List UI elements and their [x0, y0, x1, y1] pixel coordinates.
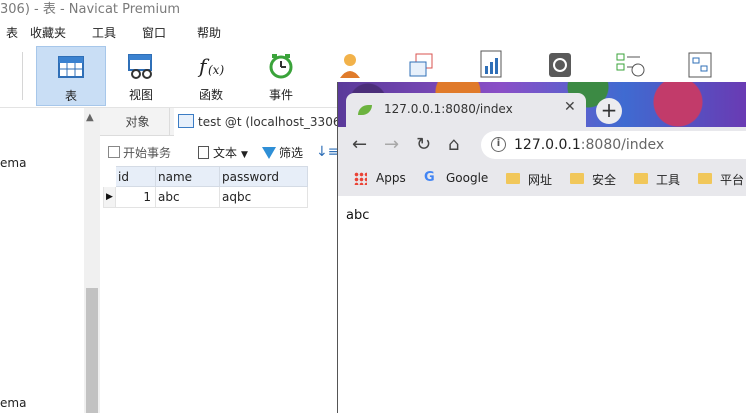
scrollbar-thumb[interactable] [86, 288, 98, 413]
bookmarks-bar: Apps G Google 网址 安全 工具 平台 [338, 163, 746, 196]
window-title-text: 306) - 表 - Navicat Premium [0, 2, 180, 17]
folder-icon [634, 173, 648, 184]
bookmark-folder-label: 工具 [656, 173, 681, 187]
document-icon [198, 146, 209, 159]
bookmark-folder-security[interactable]: 安全 [570, 171, 616, 188]
menu-window[interactable]: 窗口 [142, 24, 166, 41]
bookmark-folder-label: 平台 [720, 173, 745, 187]
url-text[interactable]: 127.0.0.1:8080/index [514, 137, 664, 153]
table-icon [58, 56, 84, 78]
filter-icon [262, 147, 276, 159]
function-button-label: 函数 [198, 88, 223, 102]
begin-transaction-label: 开始事务 [123, 146, 172, 160]
tab-objects[interactable]: 对象 [106, 108, 170, 136]
cell-name[interactable]: abc [155, 186, 220, 208]
data-grid: id name password ▶ 1 abc aqbc [103, 166, 308, 208]
table-button[interactable]: 表 [36, 46, 106, 106]
menu-table[interactable]: 表 [6, 24, 18, 41]
query-icon[interactable] [408, 52, 434, 78]
model-icon[interactable] [688, 52, 712, 78]
function-icon: f (x) [197, 54, 224, 78]
menu-favorites[interactable]: 收藏夹 [30, 24, 66, 41]
column-header-name[interactable]: name [155, 166, 220, 187]
new-tab-button[interactable]: + [596, 98, 622, 124]
bookmark-folder-platform[interactable]: 平台 [698, 171, 744, 188]
svg-text:(x): (x) [208, 63, 224, 77]
report-icon[interactable] [480, 50, 502, 78]
view-icon [128, 54, 152, 79]
bookmark-folder-tools[interactable]: 工具 [634, 171, 680, 188]
plus-icon: + [600, 98, 618, 122]
function-button[interactable]: f (x) 函数 [176, 46, 246, 106]
tab-table-data-label: test @t (localhost_3306) [198, 115, 344, 129]
google-icon: G [424, 170, 435, 185]
info-icon[interactable]: i [491, 137, 506, 152]
filter-button[interactable]: 筛选 [262, 144, 303, 161]
row-marker-header [103, 166, 116, 187]
text-button-label: 文本 [213, 146, 238, 160]
window-title: 306) - 表 - Navicat Premium [0, 0, 746, 20]
bookmark-folder-websites[interactable]: 网址 [506, 171, 552, 188]
browser-tab-title: 127.0.0.1:8080/index [384, 102, 513, 116]
spring-leaf-icon [358, 105, 372, 115]
filter-button-label: 筛选 [279, 146, 304, 160]
view-button-label: 视图 [128, 88, 153, 102]
menu-tools[interactable]: 工具 [92, 24, 116, 41]
event-button[interactable]: 事件 [246, 46, 316, 106]
folder-icon [698, 173, 712, 184]
url-path: :8080/index [580, 137, 665, 153]
apps-grid-icon [354, 172, 367, 185]
column-header-id[interactable]: id [115, 166, 156, 187]
tree-item-schema[interactable]: ema [0, 396, 26, 410]
automation-icon[interactable] [616, 52, 646, 78]
back-arrow-icon[interactable]: ← [352, 134, 367, 155]
url-host: 127.0.0.1 [514, 137, 581, 153]
table-row[interactable]: ▶ 1 abc aqbc [103, 186, 308, 208]
backup-icon[interactable] [548, 52, 572, 78]
forward-arrow-icon[interactable]: → [384, 134, 399, 155]
close-tab-icon[interactable]: ✕ [564, 99, 576, 115]
navigation-pane: ema ema ▲ [0, 108, 100, 413]
cell-password[interactable]: aqbc [219, 186, 308, 208]
reload-icon[interactable]: ↻ [416, 134, 431, 155]
column-header-password[interactable]: password [219, 166, 308, 187]
home-icon[interactable]: ⌂ [448, 134, 459, 155]
browser-toolbar: ← → ↻ ⌂ i 127.0.0.1:8080/index [338, 127, 746, 163]
bookmark-folder-label: 安全 [592, 173, 617, 187]
bookmark-google[interactable]: G Google [424, 170, 489, 185]
menu-bar: 表 收藏夹 工具 窗口 帮助 [0, 20, 746, 44]
browser-tab[interactable]: 127.0.0.1:8080/index ✕ [346, 93, 586, 127]
event-clock-icon [269, 54, 293, 79]
bookmark-google-label: Google [446, 171, 489, 185]
address-bar[interactable]: i 127.0.0.1:8080/index [481, 131, 746, 159]
table-button-label: 表 [64, 89, 77, 103]
folder-icon [570, 173, 584, 184]
text-button[interactable]: 文本 ▼ [198, 144, 248, 161]
table-icon [178, 114, 194, 128]
transaction-icon [108, 146, 120, 158]
folder-icon [506, 173, 520, 184]
bookmark-folder-label: 网址 [528, 173, 553, 187]
cell-id[interactable]: 1 [115, 186, 156, 208]
sort-icon[interactable]: ↓≡ [316, 144, 339, 160]
begin-transaction-button[interactable]: 开始事务 [108, 144, 171, 161]
user-icon[interactable] [338, 52, 362, 78]
page-content: abc [338, 196, 746, 413]
bookmark-apps[interactable]: Apps [354, 171, 406, 185]
scroll-up-arrow-icon[interactable]: ▲ [86, 112, 94, 123]
tab-table-data[interactable]: test @t (localhost_3306) [174, 108, 344, 136]
page-body-text: abc [346, 208, 370, 223]
dropdown-arrow-icon: ▼ [241, 150, 248, 160]
browser-window: 127.0.0.1:8080/index ✕ + ← → ↻ ⌂ i 127.0… [337, 82, 746, 413]
toolbar-divider [22, 52, 23, 100]
grid-header-row: id name password [103, 166, 308, 187]
tree-item-schema[interactable]: ema [0, 156, 26, 170]
menu-help[interactable]: 帮助 [197, 24, 221, 41]
bookmark-apps-label: Apps [376, 171, 406, 185]
event-button-label: 事件 [268, 88, 293, 102]
current-row-marker-icon: ▶ [103, 186, 116, 208]
view-button[interactable]: 视图 [106, 46, 176, 106]
